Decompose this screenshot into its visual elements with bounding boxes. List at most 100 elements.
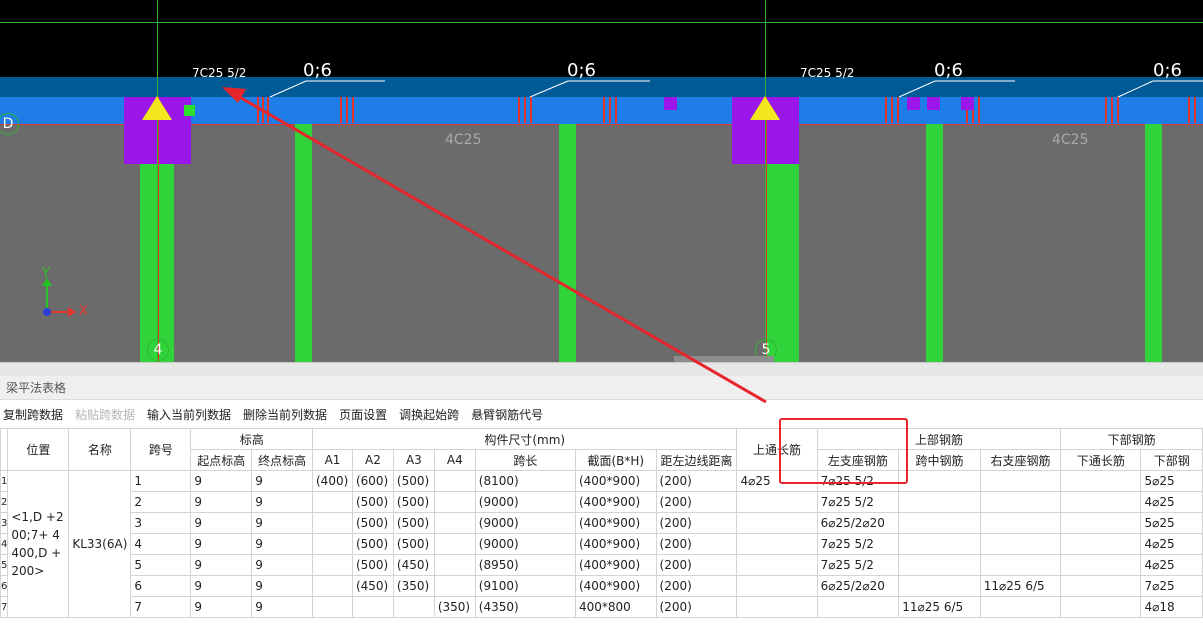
left-support-cell[interactable] <box>816 596 900 618</box>
right-support-cell[interactable] <box>979 491 1062 513</box>
bottom-through-cell[interactable] <box>1060 554 1142 576</box>
start-elev-cell[interactable]: 9 <box>190 512 253 534</box>
left-distance-cell[interactable]: (200) <box>655 512 738 534</box>
bottom-rebar-cell[interactable]: 4⌀25 <box>1140 491 1203 513</box>
span-length-cell[interactable]: (8950) <box>474 554 576 576</box>
span-no-cell[interactable]: 7 <box>130 596 192 618</box>
a2-cell[interactable] <box>351 596 394 618</box>
table-row[interactable]: 5 5 9 9 (500) (450) (8950) (400*900) (200) 7⌀25 5… <box>0 554 1203 576</box>
copy-span-data-button[interactable]: 复制跨数据 <box>3 406 63 423</box>
right-support-cell[interactable] <box>979 596 1062 618</box>
right-support-cell[interactable] <box>979 512 1062 534</box>
row-index[interactable]: 7 <box>0 596 9 618</box>
section-cell[interactable]: (400*900) <box>574 575 657 597</box>
header-dimensions[interactable]: 构件尺寸(mm) <box>311 428 738 450</box>
row-index[interactable]: 3 <box>0 512 9 534</box>
top-through-cell[interactable] <box>736 596 818 618</box>
a1-cell[interactable] <box>312 512 353 534</box>
span-length-cell[interactable]: (9000) <box>474 491 576 513</box>
left-support-cell[interactable]: 7⌀25 5/2 <box>816 554 900 576</box>
header-a4[interactable]: A4 <box>433 449 476 471</box>
cad-viewport[interactable]: 7C25 5/2 7C25 5/2 0;6 0;6 0;6 0;6 4C25 4… <box>0 0 1203 362</box>
panel-splitter[interactable] <box>0 362 1203 376</box>
header-position[interactable]: 位置 <box>7 428 70 471</box>
bottom-rebar-cell[interactable]: 5⌀25 <box>1140 512 1203 534</box>
bottom-rebar-cell[interactable]: 4⌀18 <box>1140 596 1203 618</box>
a1-cell[interactable] <box>312 554 353 576</box>
left-support-cell[interactable]: 7⌀25 5/2 <box>816 533 900 555</box>
end-elev-cell[interactable]: 9 <box>251 533 313 555</box>
right-support-cell[interactable]: 11⌀25 6/5 <box>979 575 1062 597</box>
a4-cell[interactable] <box>433 533 476 555</box>
a3-cell[interactable]: (450) <box>392 554 435 576</box>
top-through-cell[interactable] <box>736 491 818 513</box>
section-cell[interactable]: (400*900) <box>574 512 657 534</box>
swap-start-span-button[interactable]: 调换起始跨 <box>399 406 459 423</box>
end-elev-cell[interactable]: 9 <box>251 512 313 534</box>
table-row[interactable]: 1 <1,D +200;7+ 4400,D +200> KL33(6A) 1 9 9 (40… <box>0 470 1203 618</box>
top-through-cell[interactable] <box>736 512 818 534</box>
header-mid-span[interactable]: 跨中钢筋 <box>898 449 981 471</box>
mid-span-cell[interactable]: 11⌀25 6/5 <box>898 596 981 618</box>
span-no-cell[interactable]: 4 <box>130 533 192 555</box>
delete-column-data-button[interactable]: 删除当前列数据 <box>243 406 327 423</box>
span-length-cell[interactable]: (9000) <box>474 533 576 555</box>
header-bottom-rebar[interactable]: 下部钢筋 <box>1060 428 1203 450</box>
table-row[interactable]: 7 7 9 9 (350) (4350) 400*800 (200) 11⌀25 6/5 4⌀18 <box>0 596 1203 618</box>
a1-cell[interactable] <box>312 596 353 618</box>
right-support-cell[interactable] <box>979 533 1062 555</box>
a3-cell[interactable]: (500) <box>392 491 435 513</box>
header-a1[interactable]: A1 <box>312 449 353 471</box>
header-a3[interactable]: A3 <box>392 449 435 471</box>
section-cell[interactable]: (400*900) <box>574 533 657 555</box>
row-index[interactable]: 6 <box>0 575 9 597</box>
span-no-cell[interactable]: 1 <box>130 470 192 492</box>
section-cell[interactable]: (400*900) <box>574 554 657 576</box>
header-a2[interactable]: A2 <box>351 449 394 471</box>
row-index[interactable]: 4 <box>0 533 9 555</box>
a2-cell[interactable]: (600) <box>351 470 394 492</box>
mid-span-cell[interactable] <box>898 575 981 597</box>
left-distance-cell[interactable]: (200) <box>655 491 738 513</box>
span-length-cell[interactable]: (4350) <box>474 596 576 618</box>
section-cell[interactable]: 400*800 <box>574 596 657 618</box>
bottom-rebar-cell[interactable]: 7⌀25 <box>1140 575 1203 597</box>
left-distance-cell[interactable]: (200) <box>655 596 738 618</box>
a2-cell[interactable]: (500) <box>351 554 394 576</box>
position-cell[interactable]: <1,D +200;7+ 4400,D +200> <box>7 470 70 618</box>
header-end-elev[interactable]: 终点标高 <box>251 449 313 471</box>
a3-cell[interactable]: (350) <box>392 575 435 597</box>
header-bottom-part[interactable]: 下部钢 <box>1140 449 1203 471</box>
header-left-distance[interactable]: 距左边线距离 <box>655 449 738 471</box>
row-index[interactable]: 2 <box>0 491 9 513</box>
end-elev-cell[interactable]: 9 <box>251 491 313 513</box>
end-elev-cell[interactable]: 9 <box>251 596 313 618</box>
left-distance-cell[interactable]: (200) <box>655 575 738 597</box>
header-bottom-through[interactable]: 下通长筋 <box>1060 449 1142 471</box>
start-elev-cell[interactable]: 9 <box>190 491 253 513</box>
top-through-cell[interactable] <box>736 575 818 597</box>
mid-span-cell[interactable] <box>898 491 981 513</box>
span-no-cell[interactable]: 3 <box>130 512 192 534</box>
left-distance-cell[interactable]: (200) <box>655 470 738 492</box>
a3-cell[interactable] <box>392 596 435 618</box>
bottom-through-cell[interactable] <box>1060 470 1142 492</box>
a1-cell[interactable] <box>312 533 353 555</box>
page-setup-button[interactable]: 页面设置 <box>339 406 387 423</box>
bottom-rebar-cell[interactable]: 4⌀25 <box>1140 533 1203 555</box>
mid-span-cell[interactable] <box>898 470 981 492</box>
a4-cell[interactable] <box>433 575 476 597</box>
end-elev-cell[interactable]: 9 <box>251 470 313 492</box>
start-elev-cell[interactable]: 9 <box>190 554 253 576</box>
left-support-cell[interactable]: 7⌀25 5/2 <box>816 491 900 513</box>
a2-cell[interactable]: (500) <box>351 512 394 534</box>
left-support-cell[interactable]: 6⌀25/2⌀20 <box>816 512 900 534</box>
bottom-through-cell[interactable] <box>1060 491 1142 513</box>
left-distance-cell[interactable]: (200) <box>655 533 738 555</box>
span-no-cell[interactable]: 5 <box>130 554 192 576</box>
a4-cell[interactable] <box>433 512 476 534</box>
start-elev-cell[interactable]: 9 <box>190 533 253 555</box>
bottom-rebar-cell[interactable]: 4⌀25 <box>1140 554 1203 576</box>
a3-cell[interactable]: (500) <box>392 512 435 534</box>
a2-cell[interactable]: (500) <box>351 533 394 555</box>
